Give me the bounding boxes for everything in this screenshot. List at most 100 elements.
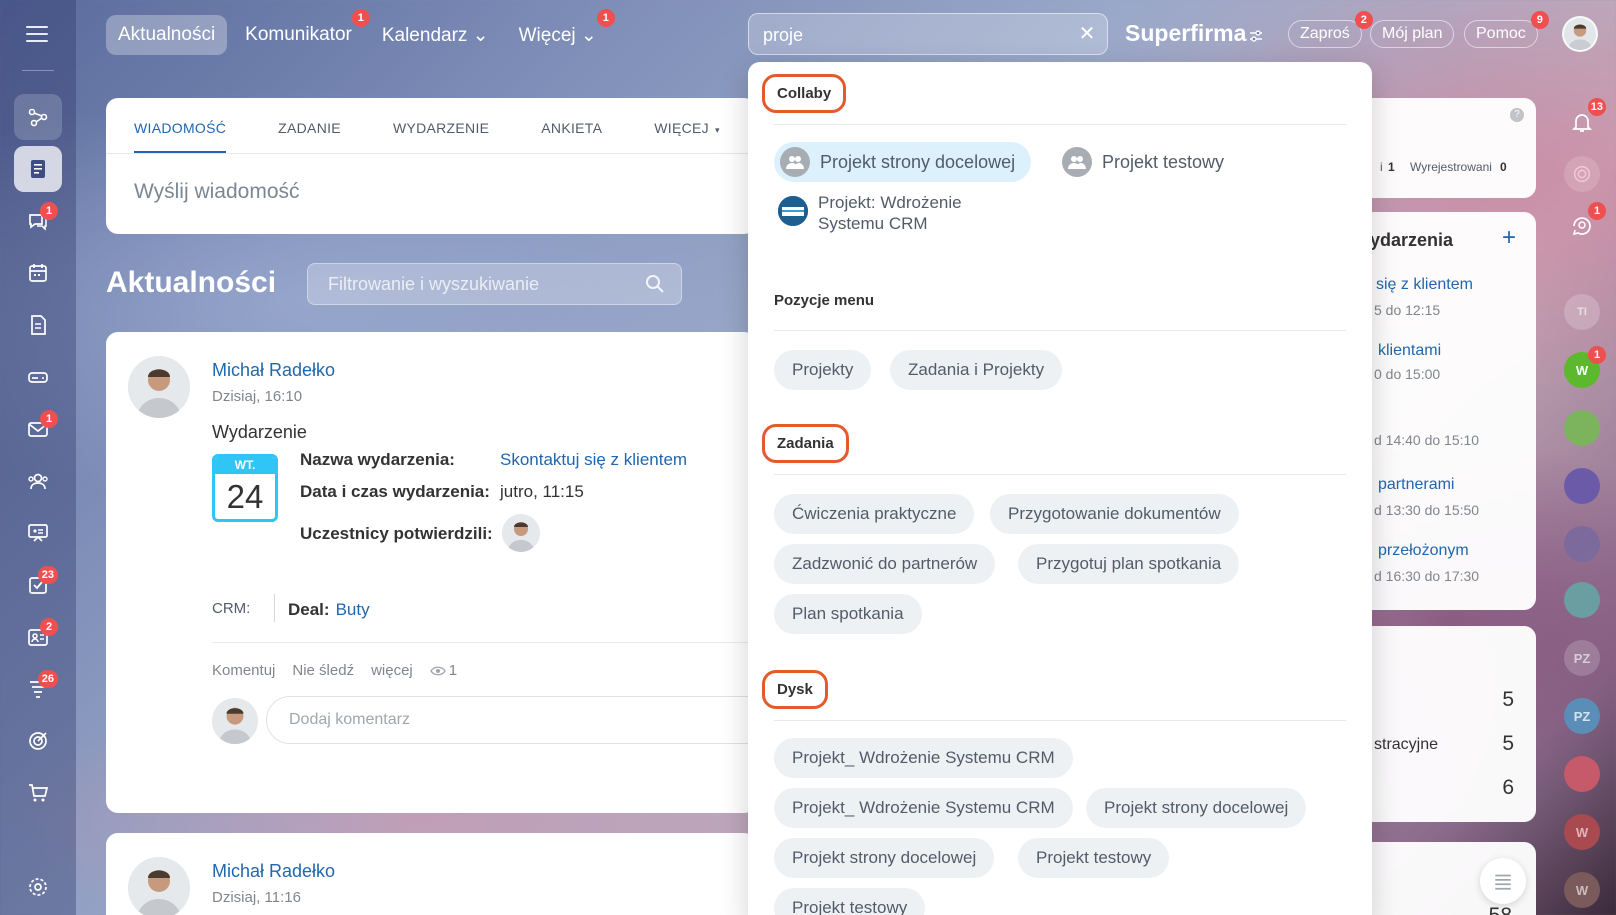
menu-icon[interactable] (26, 26, 48, 42)
filter-search-input[interactable]: Filtrowanie i wyszukiwanie (307, 263, 682, 305)
clear-search-icon[interactable]: ✕ (1077, 24, 1097, 44)
list-icon[interactable] (1480, 858, 1526, 904)
nav-messenger[interactable]: Komunikator 1 (233, 9, 370, 55)
company-name[interactable]: Superfirma (1125, 20, 1246, 47)
contact-ti[interactable]: TI (1564, 294, 1600, 330)
unfollow-link[interactable]: Nie śledź (292, 662, 354, 679)
add-event-icon[interactable]: + (1502, 224, 1516, 252)
contact-channel[interactable] (1564, 468, 1600, 504)
disk-chip[interactable]: Projekt testowy (774, 888, 926, 915)
sidebar-item-tasks[interactable]: 23 (14, 562, 62, 608)
sidebar-item-flows[interactable] (14, 94, 62, 140)
sidebar-item-automation[interactable]: 26 (14, 666, 62, 712)
contact-w-2[interactable]: W (1564, 814, 1600, 850)
contact-w-3[interactable]: W (1564, 872, 1600, 908)
collab-item[interactable]: Projekt strony docelowej (774, 142, 1032, 182)
author-avatar-image (128, 356, 190, 418)
disk-chip[interactable]: Projekt strony docelowej (1086, 788, 1307, 828)
rightbar-item[interactable] (1564, 156, 1600, 192)
author-name[interactable]: Michał Radełko (212, 360, 335, 381)
my-plan-button[interactable]: Mój plan (1370, 20, 1455, 48)
disk-chip[interactable]: Projekt strony docelowej (774, 838, 995, 878)
task-chip[interactable]: Przygotuj plan spotkania (1018, 544, 1240, 584)
nav-feed[interactable]: Aktualności (106, 15, 228, 55)
tab-more[interactable]: WIĘCEJ ▾ (654, 98, 720, 153)
menu-chip[interactable]: Projekty (774, 350, 872, 390)
contact-video[interactable] (1564, 756, 1600, 792)
task-chip[interactable]: Zadzwonić do partnerów (774, 544, 996, 584)
sidebar-item-goals[interactable] (14, 718, 62, 764)
task-chip[interactable]: Przygotowanie dokumentów (990, 494, 1239, 534)
cart-icon (29, 784, 49, 802)
post-time[interactable]: Dzisiaj, 11:16 (212, 889, 301, 906)
task-chip[interactable]: Plan spotkania (774, 594, 922, 634)
views-count: 1 (448, 662, 458, 679)
sidebar-item-drive[interactable] (14, 354, 62, 400)
sidebar-item-employees[interactable] (14, 458, 62, 504)
event-date-label: Data i czas wydarzenia: (300, 482, 490, 501)
deal-link[interactable]: Buty (336, 600, 370, 619)
contact-pz-2[interactable]: PZ (1564, 698, 1600, 734)
document-icon (31, 315, 46, 335)
sidebar-item-crm[interactable]: 2 (14, 614, 62, 660)
tab-task[interactable]: ZADANIE (278, 98, 341, 153)
user-avatar[interactable] (1562, 16, 1598, 52)
event-date-value: jutro, 11:15 (500, 482, 584, 501)
message-input[interactable]: Wyślij wiadomość (106, 154, 756, 230)
tab-poll[interactable]: ANKIETA (541, 98, 602, 153)
contact-photo[interactable] (1564, 526, 1600, 562)
flows-icon (28, 108, 48, 127)
sidebar-item-calendar[interactable] (14, 250, 62, 296)
sidebar-item-workgroups[interactable] (14, 510, 62, 556)
event-title[interactable]: partnerami (1378, 476, 1454, 494)
notifications-button[interactable]: 13 (1564, 98, 1606, 140)
group-icon (1062, 147, 1092, 177)
menu-chip[interactable]: Zadania i Projekty (890, 350, 1063, 390)
disk-chip[interactable]: Projekt_ Wdrożenie Systemu CRM (774, 738, 1073, 778)
contact-pz[interactable]: PZ (1564, 640, 1600, 676)
contact-group[interactable] (1564, 410, 1600, 446)
nav-calendar[interactable]: Kalendarz ⌄ (370, 15, 501, 56)
event-title[interactable]: się z klientem (1376, 276, 1473, 294)
nav-more[interactable]: Więcej ⌄ 1 (507, 8, 615, 56)
user-avatar-image (1564, 18, 1596, 50)
event-name-link[interactable]: Skontaktuj się z klientem (500, 450, 687, 470)
tab-event[interactable]: WYDARZENIE (393, 98, 489, 153)
sidebar-item-documents[interactable] (14, 302, 62, 348)
collab-item[interactable]: Projekt: Wdrożenie Systemu CRM (778, 192, 962, 234)
automation-badge: 26 (37, 670, 58, 688)
sidebar-item-settings[interactable] (14, 864, 62, 910)
disk-chip[interactable]: Projekt testowy (1018, 838, 1170, 878)
disk-chip[interactable]: Projekt_ Wdrożenie Systemu CRM (774, 788, 1073, 828)
help-icon[interactable]: ? (1510, 108, 1524, 122)
sidebar-item-shop[interactable] (14, 770, 62, 816)
contact-w[interactable]: W1 (1564, 346, 1606, 388)
author-name[interactable]: Michał Radełko (212, 861, 335, 882)
tab-message[interactable]: WIADOMOŚĆ (134, 98, 227, 153)
invite-button[interactable]: Zaproś 2 (1288, 11, 1373, 48)
help-button[interactable]: Pomoc 9 (1464, 11, 1549, 48)
sidebar-item-mail[interactable]: 1 (14, 406, 62, 452)
author-avatar[interactable] (128, 857, 190, 915)
commenter-avatar-image (212, 698, 258, 744)
contact-people[interactable] (1564, 582, 1600, 618)
post-time[interactable]: Dzisiaj, 16:10 (212, 388, 302, 405)
more-link[interactable]: więcej (371, 662, 413, 679)
sliders-icon[interactable] (1248, 28, 1264, 44)
sidebar-item-chat[interactable]: 1 (14, 198, 62, 244)
task-chip[interactable]: Ćwiczenia praktyczne (774, 494, 975, 534)
sidebar-item-feed[interactable] (14, 146, 62, 192)
event-title[interactable]: przełożonym (1378, 542, 1469, 560)
collab-item-label: Projekt strony docelowej (820, 151, 1016, 172)
participant-avatar[interactable] (502, 514, 540, 552)
comment-input[interactable]: Dodaj komentarz (266, 696, 756, 744)
comment-link[interactable]: Komentuj (212, 662, 275, 679)
search-input[interactable] (763, 22, 1063, 48)
collab-item[interactable]: Projekt testowy (1056, 142, 1240, 182)
calendar-date-icon: WT. 24 (212, 454, 278, 522)
global-search: ✕ (748, 13, 1108, 55)
chat-search-button[interactable]: 1 (1564, 202, 1606, 244)
event-title[interactable]: klientami (1378, 342, 1441, 360)
cal-day: WT. (215, 457, 275, 474)
author-avatar[interactable] (128, 356, 190, 418)
